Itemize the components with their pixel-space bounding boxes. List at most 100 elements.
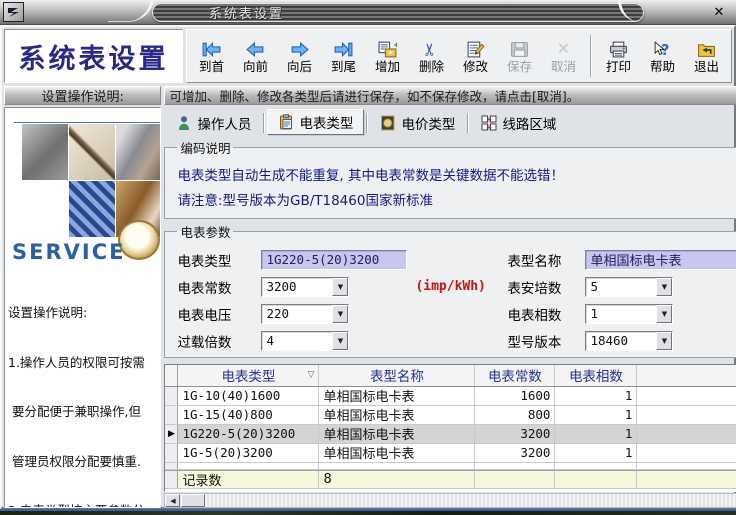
version-combobox[interactable]: 18460 ▼ <box>585 331 673 351</box>
column-header-meter-type[interactable]: 电表类型 ▽ <box>178 365 319 386</box>
window-body: 系统表设置 到首 向前 <box>0 25 736 509</box>
modify-record-button[interactable]: 修改 <box>455 33 496 79</box>
cancel-label: 取消 <box>551 60 576 73</box>
overload-label: 过载倍数 <box>177 331 261 351</box>
horizontal-scroll-thumb[interactable] <box>181 494 205 507</box>
cell-filler <box>555 463 637 469</box>
table-row[interactable]: 1G-5(20)3200 单相国标电卡表 3200 1 <box>165 444 736 463</box>
row-indicator: ▶ <box>165 425 178 443</box>
notice-bar: 可增加、删除、修改各类型后请进行保存，如不保存修改，请点击[取消]。 <box>164 86 736 105</box>
voltage-value: 220 <box>262 305 332 323</box>
exit-label: 退出 <box>694 60 719 73</box>
table-row[interactable]: 1G-15(40)800 单相国标电卡表 800 1 <box>165 406 736 425</box>
phases-value: 1 <box>586 305 656 323</box>
version-value: 18460 <box>586 332 656 350</box>
service-label: SERVICE <box>8 240 157 264</box>
cell-filler <box>319 463 475 469</box>
meter-type-field[interactable]: 1G220-5(20)3200 <box>261 250 407 270</box>
meter-types-table: 电表类型 ▽ 表型名称 电表常数 电表相数 1G-10(40)1600 单相国标… <box>164 364 736 492</box>
add-record-button[interactable]: +✶ 增加 <box>367 33 408 79</box>
collage-line-h <box>14 122 161 123</box>
chevron-down-icon[interactable]: ▼ <box>332 305 348 323</box>
chevron-down-icon[interactable]: ▼ <box>656 278 672 296</box>
column-header-label: 表型名称 <box>370 365 424 385</box>
scroll-left-button[interactable]: ◀ <box>165 494 180 507</box>
page-title: 系统表设置 <box>19 37 169 76</box>
sidebar-header: 设置操作说明: <box>4 86 161 105</box>
tab-price-types[interactable]: 电价类型 <box>370 111 465 135</box>
chevron-down-icon[interactable]: ▼ <box>332 278 348 296</box>
meter-constant-combobox[interactable]: 3200 ▼ <box>261 277 349 297</box>
go-last-label: 到尾 <box>331 60 356 73</box>
cell-meter-type: 1G220-5(20)3200 <box>178 425 319 443</box>
chevron-down-icon[interactable]: ▼ <box>656 332 672 350</box>
chevron-down-icon[interactable]: ▼ <box>332 332 348 350</box>
main-content: 可增加、删除、修改各类型后请进行保存，如不保存修改，请点击[取消]。 操作人员 <box>164 86 736 508</box>
record-count-label: 记录数 <box>178 471 319 488</box>
print-button[interactable]: 打印 <box>598 33 639 79</box>
app-logo-icon <box>3 2 24 22</box>
app-title-panel: 系统表设置 <box>4 29 183 83</box>
column-header-model-name[interactable]: 表型名称 <box>319 365 475 386</box>
sort-indicator-icon: ▽ <box>308 370 315 380</box>
close-button[interactable]: ✕ <box>708 3 730 21</box>
go-first-label: 到首 <box>199 60 224 73</box>
meter-type-label: 电表类型 <box>177 250 261 270</box>
meter-constant-label: 电表常数 <box>177 277 261 297</box>
voltage-combobox[interactable]: 220 ▼ <box>261 304 349 324</box>
instructions-text: 设置操作说明: 1.操作人员的权限可按需 要分配便于兼职操作,但 管理员权限分配… <box>8 272 157 508</box>
go-previous-icon <box>245 39 266 59</box>
window-title: 系统表设置 <box>153 3 284 22</box>
cell-filler <box>475 463 555 469</box>
tab-operators-label: 操作人员 <box>197 113 251 133</box>
instruction-line: 管理员权限分配要慎重. <box>8 454 157 471</box>
chevron-down-icon[interactable]: ▼ <box>656 305 672 323</box>
column-header-label: 电表常数 <box>488 365 542 385</box>
horizontal-scrollbar[interactable]: ◀ ▶ <box>164 493 736 508</box>
table-row[interactable]: 1G-10(40)1600 单相国标电卡表 1600 1 <box>165 387 736 406</box>
go-first-button[interactable]: 到首 <box>191 33 232 79</box>
table-row[interactable]: ▶ 1G220-5(20)3200 单相国标电卡表 3200 1 <box>165 425 736 444</box>
encoding-note-1: 电表类型自动生成不能重复, 其中电表常数是关键数据不能选错！ <box>177 164 736 184</box>
model-name-field[interactable]: 单相国标电卡表 <box>585 250 736 270</box>
voltage-label: 电表电压 <box>177 304 261 324</box>
phases-combobox[interactable]: 1 ▼ <box>585 304 673 324</box>
column-header-meter-constant[interactable]: 电表常数 <box>475 365 555 386</box>
cell-model-name: 单相国标电卡表 <box>319 425 475 443</box>
header-indicator-cell <box>165 365 178 386</box>
add-record-icon: +✶ <box>378 39 397 59</box>
column-header-label: 电表类型 <box>221 365 275 385</box>
ampere-combobox[interactable]: 5 ▼ <box>585 277 673 297</box>
meter-params-legend: 电表参数 <box>177 222 233 241</box>
go-last-button[interactable]: 到尾 <box>323 33 364 79</box>
tab-bar: 操作人员 电表类型 电价类型 <box>164 107 736 135</box>
svg-text:✶: ✶ <box>387 47 394 57</box>
tab-meter-types[interactable]: 电表类型 <box>267 109 364 135</box>
delete-record-button[interactable]: ✂ 删除 <box>411 33 452 79</box>
cell-filler <box>637 406 736 424</box>
print-icon <box>609 39 628 59</box>
model-name-label: 表型名称 <box>507 250 585 270</box>
tab-operators[interactable]: 操作人员 <box>166 111 261 135</box>
horizontal-scroll-track[interactable] <box>205 494 736 507</box>
cell-filler <box>555 471 637 488</box>
instruction-line: 设置操作说明: <box>8 305 157 322</box>
overload-combobox[interactable]: 4 ▼ <box>261 331 349 351</box>
go-previous-button[interactable]: 向前 <box>235 33 276 79</box>
save-icon <box>510 39 529 59</box>
exit-button[interactable]: 退出 <box>686 33 727 79</box>
cell-filler <box>637 444 736 462</box>
help-label: 帮助 <box>650 60 675 73</box>
encoding-legend: 编码说明 <box>177 138 233 157</box>
encoding-groupbox: 编码说明 电表类型自动生成不能重复, 其中电表常数是关键数据不能选错！ 请注意:… <box>164 138 736 219</box>
tab-line-regions[interactable]: ++ 线路区域 <box>471 111 566 135</box>
operator-person-icon <box>176 115 192 131</box>
go-next-button[interactable]: 向后 <box>279 33 320 79</box>
column-header-phases[interactable]: 电表相数 <box>555 365 637 386</box>
cell-phases: 1 <box>555 387 637 405</box>
phases-label: 电表相数 <box>507 304 585 324</box>
titlebar: 系统表设置 ✕ <box>0 0 736 25</box>
help-button[interactable]: ? 帮助 <box>642 33 683 79</box>
table-header-row: 电表类型 ▽ 表型名称 电表常数 电表相数 <box>165 365 736 387</box>
desktop-edge <box>0 509 736 515</box>
